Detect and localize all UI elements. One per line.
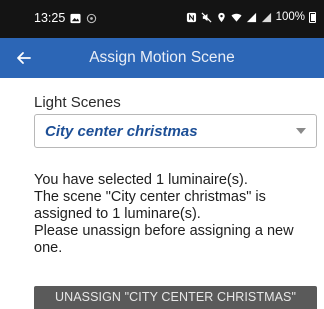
page-title: Assign Motion Scene	[89, 49, 235, 66]
message-line: Please unassign before assigning a new	[34, 223, 294, 239]
battery-percent: 100%	[275, 11, 305, 23]
light-scene-select[interactable]: City center christmas	[34, 114, 317, 148]
status-time: 13:25	[34, 11, 66, 25]
signal-icon	[261, 12, 271, 22]
mute-icon	[201, 11, 212, 23]
assignment-message: You have selected 1 luminaire(s). The sc…	[34, 172, 319, 257]
selected-scene-value: City center christmas	[45, 123, 198, 140]
message-line: You have selected 1 luminaire(s).	[34, 172, 248, 188]
unassign-button[interactable]: UNASSIGN "CITY CENTER CHRISTMAS"	[34, 286, 317, 309]
status-bar: 13:25 100%	[0, 0, 324, 38]
status-bar-right: 100%	[186, 11, 316, 23]
status-bar-left: 13:25	[34, 11, 97, 25]
location-icon	[217, 12, 225, 22]
light-scenes-label: Light Scenes	[34, 94, 121, 111]
signal-icon	[246, 12, 256, 22]
nfc-icon	[186, 12, 196, 22]
app-bar: Assign Motion Scene	[0, 38, 324, 78]
message-line: assigned to 1 luminare(s).	[34, 206, 201, 222]
image-icon	[70, 13, 81, 23]
message-line: The scene "City center christmas" is	[34, 189, 266, 205]
circle-icon	[87, 13, 97, 23]
wifi-icon	[231, 13, 242, 22]
message-line: one.	[34, 240, 63, 256]
caret-down-icon	[296, 128, 306, 134]
battery-icon	[309, 11, 316, 23]
